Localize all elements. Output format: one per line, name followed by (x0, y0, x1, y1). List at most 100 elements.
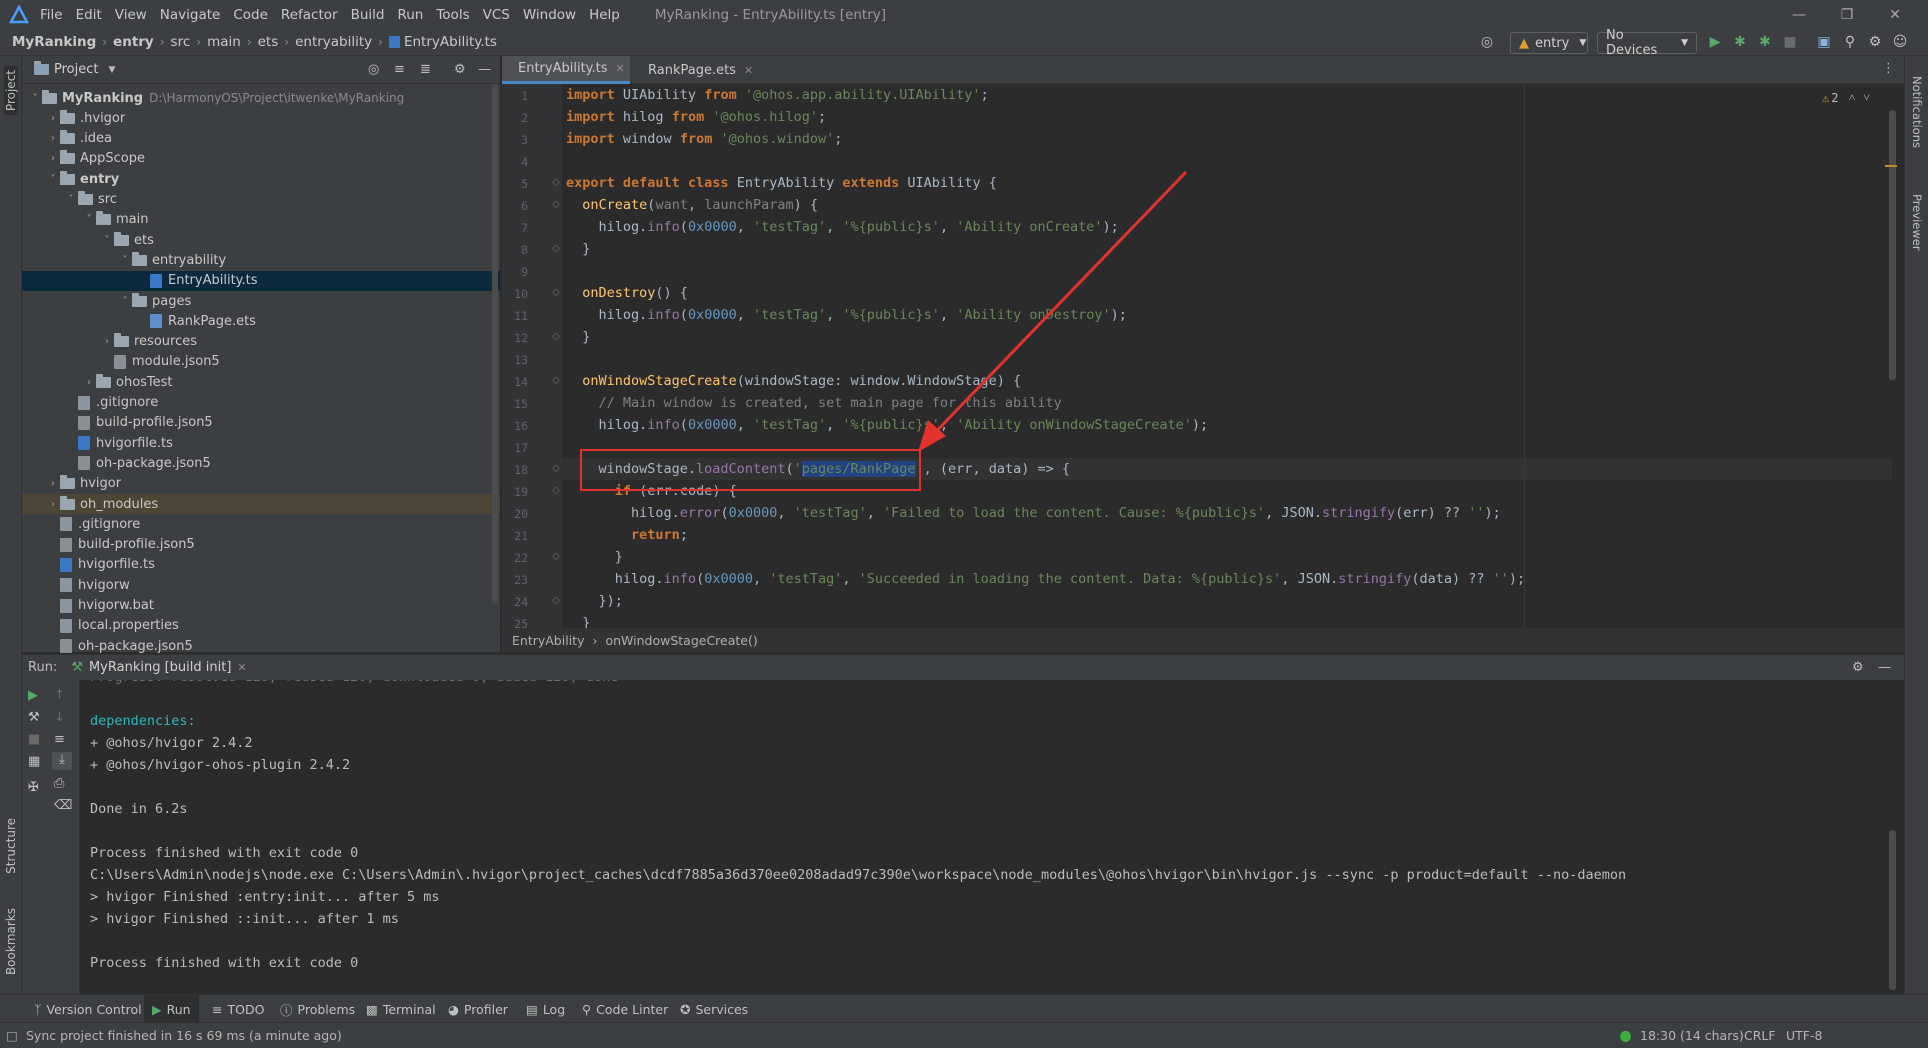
wrench-icon[interactable]: ⚒ (28, 710, 40, 725)
menu-tools[interactable]: Tools (436, 7, 469, 23)
breadcrumb-src[interactable]: src (171, 34, 191, 50)
warning-marker[interactable] (1885, 165, 1897, 167)
minimize-icon[interactable]: — (1776, 0, 1822, 29)
stop-icon[interactable]: ■ (28, 732, 40, 747)
settings-icon[interactable]: ⚙ (1866, 33, 1884, 51)
close-tab-icon[interactable]: ✕ (237, 661, 246, 674)
tree-item[interactable]: ˅ entryability (22, 250, 500, 270)
chevron-down-icon[interactable]: ˅ (64, 194, 78, 205)
pin-icon[interactable]: ✠ (28, 780, 39, 795)
structure-tool-button[interactable]: Structure (4, 818, 18, 874)
tree-item[interactable]: hvigorfile.ts (22, 433, 500, 453)
run-tab[interactable]: MyRanking [build init] (89, 660, 231, 675)
expand-all-icon[interactable]: ≡ (394, 62, 405, 77)
chevron-right-icon[interactable]: › (46, 133, 60, 144)
tree-item[interactable]: › ohosTest (22, 372, 500, 392)
tree-item[interactable]: build-profile.json5 (22, 413, 500, 433)
device-select[interactable]: No Devices ▼ (1597, 28, 1697, 58)
inspection-widget[interactable]: ⚠ 2 ˄ ˅ (1822, 90, 1870, 105)
breadcrumb-main[interactable]: main (207, 34, 241, 50)
chevron-right-icon[interactable]: › (46, 153, 60, 164)
tree-item[interactable]: RankPage.ets (22, 311, 500, 331)
tree-item[interactable]: hvigorw (22, 575, 500, 595)
close-icon[interactable]: ✕ (1872, 0, 1918, 29)
breadcrumb-module[interactable]: entry (113, 34, 154, 50)
tree-item[interactable]: ˅ entry (22, 169, 500, 189)
project-tool-button[interactable]: Project (4, 66, 18, 116)
dropdown-arrow-icon[interactable]: ▼ (108, 65, 115, 75)
tree-item[interactable]: › .idea (22, 129, 500, 149)
status-message[interactable]: Sync project finished in 16 s 69 ms (a m… (26, 1028, 342, 1043)
gear-icon[interactable]: ⚙ (1852, 660, 1864, 675)
chevron-down-icon[interactable]: ˅ (28, 93, 42, 104)
scroll-down-icon[interactable]: ↓ (54, 710, 65, 725)
chevron-down-icon[interactable]: ˅ (1863, 90, 1870, 105)
tree-item[interactable]: hvigorw.bat (22, 596, 500, 616)
tree-item[interactable]: › .hvigor (22, 108, 500, 128)
todo-tool[interactable]: ≡ TODO (212, 995, 264, 1023)
line-ending[interactable]: CRLF (1744, 1028, 1776, 1043)
fold-marker-icon[interactable]: ◇ (550, 485, 560, 496)
hide-icon[interactable]: — (1878, 660, 1891, 675)
menu-refactor[interactable]: Refactor (281, 7, 338, 23)
version-control-tool[interactable]: ᛉ Version Control (34, 995, 142, 1023)
trash-icon[interactable]: ⌫ (54, 798, 72, 813)
print-icon[interactable]: ⎙ (54, 776, 64, 791)
debug-icon[interactable]: ✱ (1731, 33, 1749, 51)
fold-marker-icon[interactable]: ◇ (550, 199, 560, 210)
menu-window[interactable]: Window (523, 7, 576, 23)
breadcrumb-class[interactable]: EntryAbility (512, 633, 584, 648)
tree-item[interactable]: oh-package.json5 (22, 453, 500, 473)
chevron-right-icon[interactable]: › (46, 113, 60, 124)
fold-marker-icon[interactable]: ◇ (550, 463, 560, 474)
breadcrumb-method[interactable]: onWindowStageCreate() (605, 633, 757, 648)
restore-icon[interactable]: ❐ (1824, 0, 1870, 29)
device-manager-icon[interactable]: ▣ (1815, 33, 1833, 51)
breadcrumb-entryability[interactable]: entryability (295, 34, 372, 50)
menu-vcs[interactable]: VCS (483, 7, 510, 23)
fold-marker-icon[interactable]: ◇ (550, 243, 560, 254)
rerun-icon[interactable]: ▶ (28, 688, 38, 703)
menu-help[interactable]: Help (589, 7, 620, 23)
attach-debugger-icon[interactable]: ✱ (1756, 33, 1774, 51)
locate-icon[interactable]: ◎ (368, 62, 379, 77)
target-icon[interactable]: ◎ (1478, 33, 1496, 51)
breadcrumb-file[interactable]: EntryAbility.ts (404, 34, 497, 50)
tree-item[interactable]: › resources (22, 332, 500, 352)
project-panel-title[interactable]: Project (54, 62, 98, 77)
fold-marker-icon[interactable]: ◇ (550, 331, 560, 342)
menu-file[interactable]: File (40, 7, 63, 23)
tree-item[interactable]: ˅ main (22, 210, 500, 230)
breadcrumb-project[interactable]: MyRanking (12, 34, 96, 50)
chevron-down-icon[interactable]: ˅ (46, 174, 60, 185)
tab-rankpage[interactable]: RankPage.ets ✕ (632, 56, 762, 84)
chevron-down-icon[interactable]: ˅ (82, 214, 96, 225)
tree-item[interactable]: module.json5 (22, 352, 500, 372)
chevron-right-icon[interactable]: › (46, 478, 60, 489)
menu-code[interactable]: Code (233, 7, 268, 23)
run-tool[interactable]: ▶ Run (144, 995, 199, 1023)
terminal-tool[interactable]: ▩ Terminal (366, 995, 436, 1023)
problems-tool[interactable]: ⓘ Problems (280, 995, 355, 1023)
tree-item[interactable]: › AppScope (22, 149, 500, 169)
fold-marker-icon[interactable]: ◇ (550, 551, 560, 562)
console-scrollbar[interactable] (1889, 830, 1896, 990)
layout-icon[interactable]: ▦ (28, 754, 40, 769)
chevron-down-icon[interactable]: ˅ (118, 296, 132, 307)
tree-item[interactable]: › oh_modules (22, 494, 500, 514)
tree-item[interactable]: › hvigor (22, 474, 500, 494)
fold-marker-icon[interactable]: ◇ (550, 375, 560, 386)
editor-scrollbar[interactable] (1889, 110, 1896, 380)
code-editor[interactable]: import UIAbility from '@ohos.app.ability… (562, 84, 1892, 628)
scroll-up-icon[interactable]: ↑ (54, 688, 65, 703)
file-encoding[interactable]: UTF-8 (1786, 1028, 1822, 1043)
tree-item[interactable]: .gitignore (22, 514, 500, 534)
services-tool[interactable]: ✪ Services (680, 995, 748, 1023)
log-tool[interactable]: ▤ Log (526, 995, 565, 1023)
soft-wrap-icon[interactable]: ≡ (54, 732, 65, 747)
chevron-right-icon[interactable]: › (46, 499, 60, 510)
account-icon[interactable]: ☺ (1891, 33, 1909, 51)
more-tabs-icon[interactable]: ⋮ (1882, 61, 1895, 76)
tree-item[interactable]: EntryAbility.ts (22, 270, 500, 291)
tree-item[interactable]: hvigorfile.ts (22, 555, 500, 575)
